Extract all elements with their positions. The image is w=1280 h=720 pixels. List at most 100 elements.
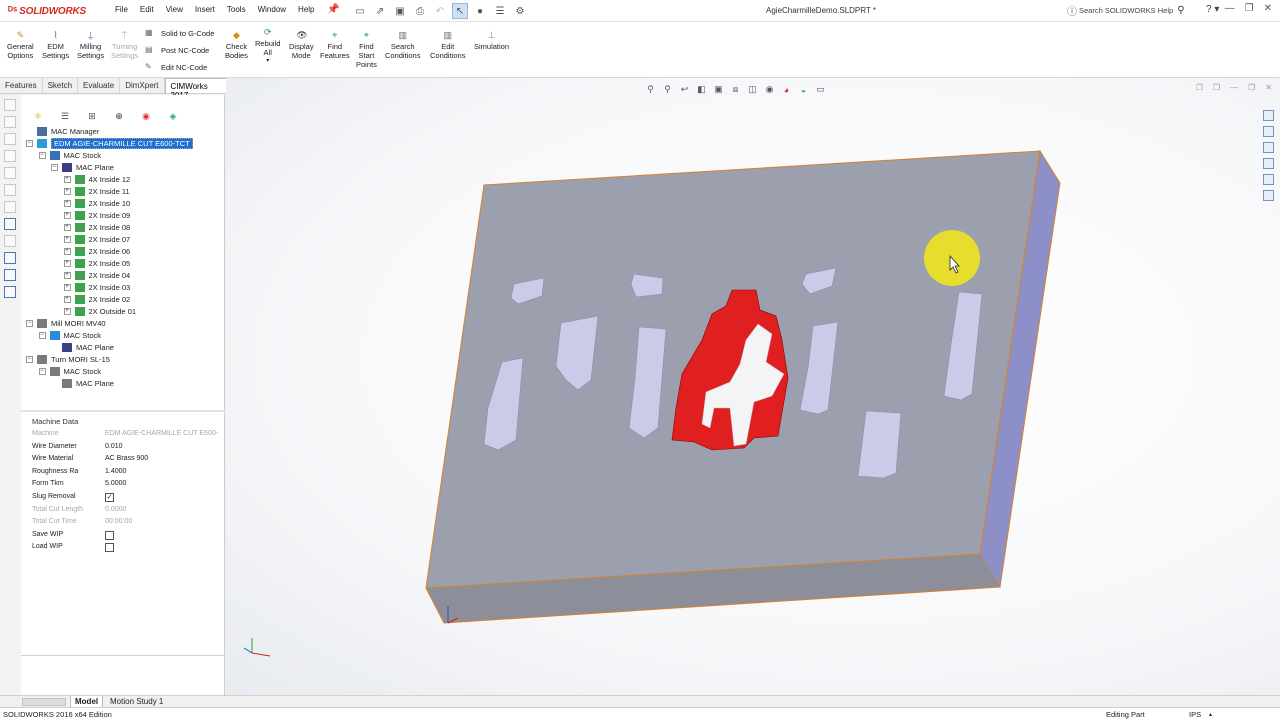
strip-tool-icon[interactable] xyxy=(4,184,16,196)
collapse-icon[interactable]: − xyxy=(26,319,33,327)
display-mode-button[interactable]: 👁 Display Mode xyxy=(289,30,314,60)
menu-view[interactable]: View xyxy=(166,5,183,14)
expand-icon[interactable]: + xyxy=(63,187,71,195)
pin-menu-icon[interactable]: 📌 xyxy=(327,4,339,15)
expand-icon[interactable]: + xyxy=(63,211,71,219)
options-gear-icon[interactable]: ⚙ xyxy=(512,3,528,19)
new-document-icon[interactable]: ▭ xyxy=(352,3,368,19)
open-icon[interactable]: ⇗ xyxy=(372,3,388,19)
expand-icon[interactable]: + xyxy=(63,247,71,255)
minimize-icon[interactable]: — xyxy=(1225,3,1235,14)
strip-tool-icon[interactable] xyxy=(4,252,16,264)
tab-features[interactable]: Features xyxy=(0,78,43,93)
strip-tool-icon[interactable] xyxy=(4,133,16,145)
collapse-icon[interactable]: − xyxy=(38,367,46,375)
edit-nc-code-button[interactable]: ✎ Edit NC-Code xyxy=(145,62,207,72)
tree-node[interactable]: +4X Inside 12 xyxy=(63,173,130,185)
find-start-points-button[interactable]: ⌖ Find Start Points xyxy=(356,30,377,69)
rebuild-traffic-light-icon[interactable]: ● xyxy=(472,3,488,19)
collapse-icon[interactable]: − xyxy=(38,331,46,339)
feature-manager-icon[interactable]: ⚛ xyxy=(29,109,47,123)
expand-icon[interactable]: + xyxy=(63,259,71,267)
help-search[interactable]: ⓘ Search SOLIDWORKS Help ⚲ xyxy=(1067,3,1197,18)
restore-icon[interactable]: ❐ xyxy=(1245,3,1254,14)
tree-node[interactable]: − MAC Plane xyxy=(51,161,114,173)
property-value[interactable]: 0.010 xyxy=(105,443,123,450)
tab-sketch[interactable]: Sketch xyxy=(43,78,79,93)
tree-node[interactable]: +2X Inside 03 xyxy=(63,281,130,293)
property-value[interactable]: 5.0000 xyxy=(105,480,126,487)
menu-edit[interactable]: Edit xyxy=(140,5,154,14)
expand-icon[interactable]: + xyxy=(63,235,71,243)
menu-help[interactable]: Help xyxy=(298,5,314,14)
close-icon[interactable]: ✕ xyxy=(1264,3,1272,14)
strip-tool-icon[interactable] xyxy=(4,286,16,298)
tree-node[interactable]: MAC Plane xyxy=(51,341,114,353)
property-value[interactable]: 1.4000 xyxy=(105,468,126,475)
menu-file[interactable]: File xyxy=(115,5,128,14)
collapse-icon[interactable]: − xyxy=(26,355,33,363)
tree-node[interactable]: +2X Inside 04 xyxy=(63,269,130,281)
tree-node[interactable]: +2X Inside 07 xyxy=(63,233,130,245)
file-properties-icon[interactable]: ☰ xyxy=(492,3,508,19)
property-manager-icon[interactable]: ☰ xyxy=(56,109,74,123)
configuration-manager-icon[interactable]: ⊞ xyxy=(83,109,101,123)
rebuild-all-button[interactable]: ⟳ Rebuild All ▾ xyxy=(255,27,280,66)
tree-node[interactable]: +2X Outside 01 xyxy=(63,305,136,317)
tree-node[interactable]: MAC Plane xyxy=(51,377,114,389)
panel-splitter[interactable] xyxy=(21,410,225,412)
tree-node[interactable]: − MAC Stock xyxy=(38,329,101,341)
units-label[interactable]: IPS xyxy=(1189,710,1201,719)
tree-node[interactable]: − MAC Stock xyxy=(38,365,101,377)
search-icon[interactable]: ⚲ xyxy=(1177,5,1184,16)
expand-icon[interactable]: + xyxy=(63,199,71,207)
display-manager-icon[interactable]: ◉ xyxy=(137,109,155,123)
checkbox[interactable]: ✓ xyxy=(105,493,114,502)
print-icon[interactable]: ⎙ xyxy=(412,3,428,19)
simulation-button[interactable]: ⊥ Simulation xyxy=(474,30,509,51)
strip-tool-icon[interactable] xyxy=(4,269,16,281)
search-conditions-button[interactable]: ▥ Search Conditions xyxy=(385,30,420,60)
tree-node[interactable]: − EDM AGIE-CHARMILLE CUT E600-TCT xyxy=(26,137,193,149)
dimxpert-manager-icon[interactable]: ⊕ xyxy=(110,109,128,123)
tree-node[interactable]: − Mill MORI MV40 xyxy=(26,317,106,329)
solid-to-gcode-button[interactable]: ▦ Solid to G-Code xyxy=(145,28,214,38)
tree-node[interactable]: MAC Manager xyxy=(26,125,99,137)
post-nc-code-button[interactable]: ▤ Post NC-Code xyxy=(145,45,209,55)
graphics-area[interactable]: ⚲ ⚲ ↩ ◧ ▣ ⧈ ◫ ◉ ◕ ◒ ▭ ❐ ❐ — ❐ ✕ xyxy=(226,78,1280,695)
rebuild-dropdown-icon[interactable]: ▾ xyxy=(255,57,280,66)
tree-node[interactable]: +2X Inside 02 xyxy=(63,293,130,305)
tree-node[interactable]: +2X Inside 05 xyxy=(63,257,130,269)
cimworks-manager-icon[interactable]: ◈ xyxy=(164,109,182,123)
expand-icon[interactable]: + xyxy=(63,223,71,231)
expand-icon[interactable]: + xyxy=(63,271,71,279)
undo-icon[interactable]: ↶ xyxy=(432,3,448,19)
tree-node[interactable]: − Turn MORI SL-15 xyxy=(26,353,110,365)
save-icon[interactable]: ▣ xyxy=(392,3,408,19)
expand-icon[interactable]: + xyxy=(63,307,71,315)
collapse-icon[interactable]: − xyxy=(51,163,58,171)
tab-cimworks[interactable]: CIMWorks 2017 xyxy=(164,78,232,100)
strip-tool-icon[interactable] xyxy=(4,218,16,230)
tree-node[interactable]: +2X Inside 06 xyxy=(63,245,130,257)
units-dropdown-icon[interactable]: ▴ xyxy=(1209,711,1212,718)
strip-tool-icon[interactable] xyxy=(4,116,16,128)
collapse-icon[interactable]: − xyxy=(38,151,46,159)
strip-tool-icon[interactable] xyxy=(4,201,16,213)
tree-node[interactable]: +2X Inside 11 xyxy=(63,185,130,197)
collapse-icon[interactable]: − xyxy=(26,139,33,147)
strip-tool-icon[interactable] xyxy=(4,150,16,162)
expand-icon[interactable]: + xyxy=(63,175,71,183)
part-model[interactable] xyxy=(226,78,1280,695)
turning-settings-button[interactable]: ⍑ Turning Settings xyxy=(111,30,138,60)
strip-tool-icon[interactable] xyxy=(4,167,16,179)
checkbox[interactable] xyxy=(105,543,114,553)
menu-tools[interactable]: Tools xyxy=(227,5,246,14)
select-icon[interactable]: ↖ xyxy=(452,3,468,19)
help-search-placeholder[interactable]: Search SOLIDWORKS Help xyxy=(1079,6,1173,15)
strip-tool-icon[interactable] xyxy=(4,99,16,111)
edit-conditions-button[interactable]: ▥ Edit Conditions xyxy=(430,30,465,60)
check-bodies-button[interactable]: ◆ Check Bodies xyxy=(225,30,248,60)
tab-evaluate[interactable]: Evaluate xyxy=(78,78,121,93)
strip-tool-icon[interactable] xyxy=(4,235,16,247)
